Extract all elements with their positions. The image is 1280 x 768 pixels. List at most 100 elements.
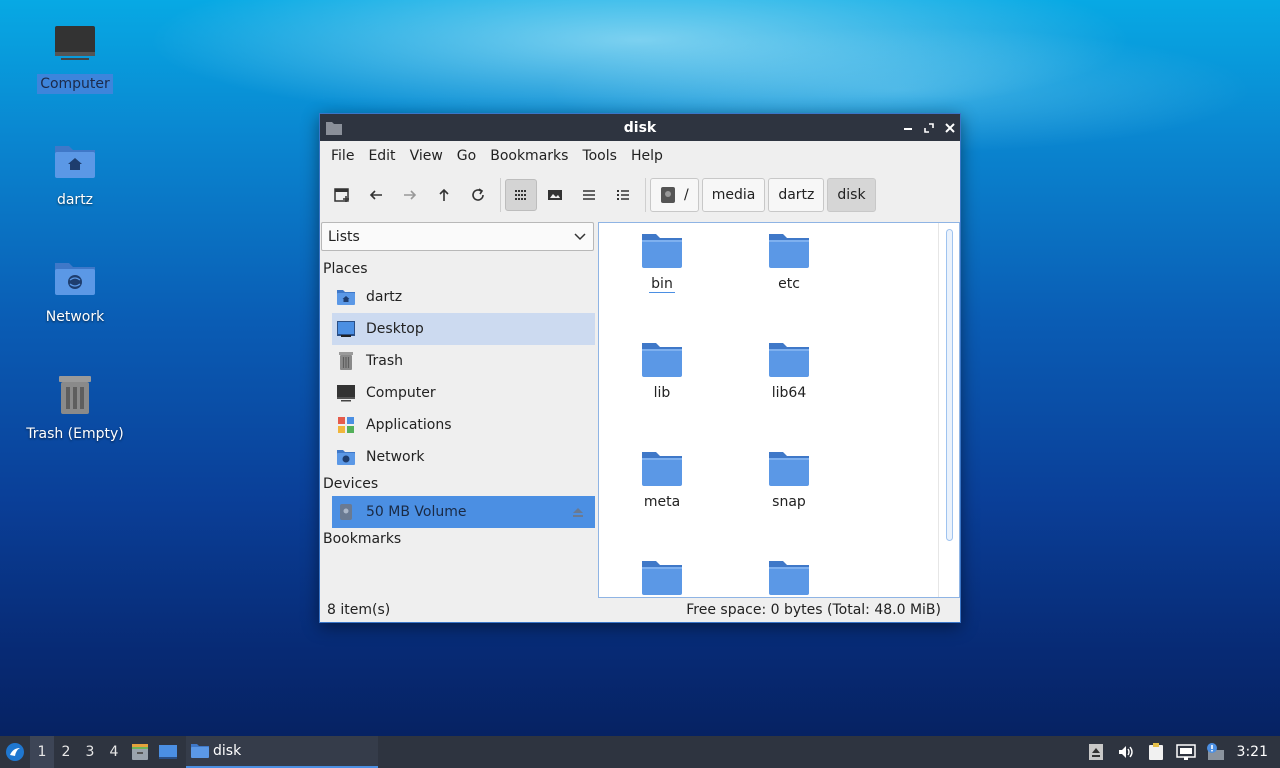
network-wired-icon xyxy=(1175,744,1196,760)
place-computer[interactable]: Computer xyxy=(332,377,595,409)
folder-icon xyxy=(642,450,682,488)
file-view[interactable]: bin etc lib lib64 meta snap xyxy=(598,222,960,598)
maximize-button[interactable] xyxy=(918,114,939,141)
detailed-list-icon xyxy=(617,190,629,200)
file-label: lib xyxy=(653,385,671,401)
scrollbar-thumb[interactable] xyxy=(946,229,953,541)
desktop-icon-computer[interactable]: Computer xyxy=(20,22,130,94)
place-desktop[interactable]: Desktop xyxy=(332,313,595,345)
task-button-disk[interactable]: disk xyxy=(186,736,378,768)
desktop-icon-label: Network xyxy=(45,309,105,325)
device-50mb-volume[interactable]: 50 MB Volume xyxy=(332,496,595,528)
content-area: Lists Places dartz Desktop Trash Compute… xyxy=(320,222,960,598)
file-item-lib[interactable]: lib xyxy=(612,341,712,401)
workspace-4[interactable]: 4 xyxy=(102,736,126,768)
tray-eject[interactable] xyxy=(1081,736,1111,768)
arrow-up-icon xyxy=(439,188,449,201)
breadcrumb-root[interactable]: / xyxy=(650,178,699,212)
file-item-etc[interactable]: etc xyxy=(739,232,839,292)
minimize-button[interactable] xyxy=(897,114,918,141)
menu-file[interactable]: File xyxy=(324,141,361,171)
breadcrumb-media[interactable]: media xyxy=(701,178,766,212)
update-notifier-icon xyxy=(1206,743,1224,760)
close-button[interactable] xyxy=(939,114,960,141)
place-dartz[interactable]: dartz xyxy=(332,281,595,313)
title-bar[interactable]: disk xyxy=(320,114,960,141)
desktop-icon-trash[interactable]: Trash (Empty) xyxy=(20,372,130,444)
clock[interactable]: 3:21 xyxy=(1231,744,1280,760)
breadcrumb-disk[interactable]: disk xyxy=(827,178,876,212)
folder-icon xyxy=(769,341,809,379)
side-pane: Lists Places dartz Desktop Trash Compute… xyxy=(320,222,596,598)
up-button[interactable] xyxy=(428,179,460,211)
place-label: Trash xyxy=(366,353,403,369)
forward-button[interactable] xyxy=(394,179,426,211)
icon-view-button[interactable] xyxy=(505,179,537,211)
menu-help[interactable]: Help xyxy=(624,141,670,171)
file-item-bin[interactable]: bin xyxy=(612,232,712,293)
workspace-2[interactable]: 2 xyxy=(54,736,78,768)
desktop-icon-label: dartz xyxy=(56,192,94,208)
folder-icon xyxy=(642,232,682,270)
devices-heading: Devices xyxy=(323,476,379,492)
workspace-1[interactable]: 1 xyxy=(30,736,54,768)
arrow-left-icon xyxy=(369,190,382,200)
toolbar-separator xyxy=(500,178,501,212)
menu-edit[interactable]: Edit xyxy=(361,141,402,171)
task-label: disk xyxy=(213,743,242,759)
reload-button[interactable] xyxy=(462,179,494,211)
new-tab-button[interactable] xyxy=(326,179,358,211)
file-item-snap[interactable]: snap xyxy=(739,450,839,510)
clipboard-icon xyxy=(1148,743,1163,760)
bookmarks-heading: Bookmarks xyxy=(323,531,402,547)
workspace-3[interactable]: 3 xyxy=(78,736,102,768)
device-label: 50 MB Volume xyxy=(366,504,467,520)
place-applications[interactable]: Applications xyxy=(332,409,595,441)
menu-view[interactable]: View xyxy=(403,141,450,171)
desktop-icon xyxy=(336,319,356,339)
file-label: lib64 xyxy=(771,385,807,401)
eject-icon[interactable] xyxy=(571,505,585,519)
launcher-file-cabinet[interactable] xyxy=(126,736,154,768)
menu-go[interactable]: Go xyxy=(450,141,483,171)
menu-bookmarks[interactable]: Bookmarks xyxy=(483,141,575,171)
tray-clipboard[interactable] xyxy=(1141,736,1171,768)
file-item-partial[interactable] xyxy=(739,559,839,597)
file-manager-window: disk File Edit View Go Bookmarks Tools H… xyxy=(319,113,961,623)
trash-icon xyxy=(336,351,356,371)
maximize-icon xyxy=(923,122,934,133)
tray-network[interactable] xyxy=(1171,736,1201,768)
desktop-icon-dartz[interactable]: dartz xyxy=(20,138,130,210)
breadcrumb-dartz[interactable]: dartz xyxy=(768,178,825,212)
side-pane-mode-select[interactable]: Lists xyxy=(321,222,594,251)
breadcrumb-label: / xyxy=(684,187,689,203)
file-item-meta[interactable]: meta xyxy=(612,450,712,510)
file-label: bin xyxy=(649,276,675,293)
close-icon xyxy=(944,122,955,133)
vertical-scrollbar[interactable] xyxy=(946,229,953,541)
menu-tools[interactable]: Tools xyxy=(575,141,624,171)
thumbnail-view-button[interactable] xyxy=(539,179,571,211)
tray-updates[interactable] xyxy=(1201,736,1231,768)
place-network[interactable]: Network xyxy=(332,441,595,473)
chevron-down-icon xyxy=(574,233,586,241)
detailed-list-button[interactable] xyxy=(607,179,639,211)
launcher-show-desktop[interactable] xyxy=(154,736,182,768)
taskbar: 1 2 3 4 disk 3:21 xyxy=(0,736,1280,768)
desktop-icon-network[interactable]: Network xyxy=(20,255,130,327)
tray-volume[interactable] xyxy=(1111,736,1141,768)
file-item-partial[interactable] xyxy=(612,559,712,597)
computer-icon xyxy=(336,383,356,403)
window-title: disk xyxy=(623,119,657,136)
place-label: Applications xyxy=(366,417,452,433)
image-icon xyxy=(548,190,562,200)
status-bar: 8 item(s) Free space: 0 bytes (Total: 48… xyxy=(320,598,960,622)
back-button[interactable] xyxy=(360,179,392,211)
volume-icon xyxy=(1118,746,1133,758)
start-menu-button[interactable] xyxy=(0,736,30,768)
network-folder-icon xyxy=(51,255,99,303)
compact-view-button[interactable] xyxy=(573,179,605,211)
place-trash[interactable]: Trash xyxy=(332,345,595,377)
file-item-lib64[interactable]: lib64 xyxy=(739,341,839,401)
toolbar: / media dartz disk xyxy=(320,171,960,219)
